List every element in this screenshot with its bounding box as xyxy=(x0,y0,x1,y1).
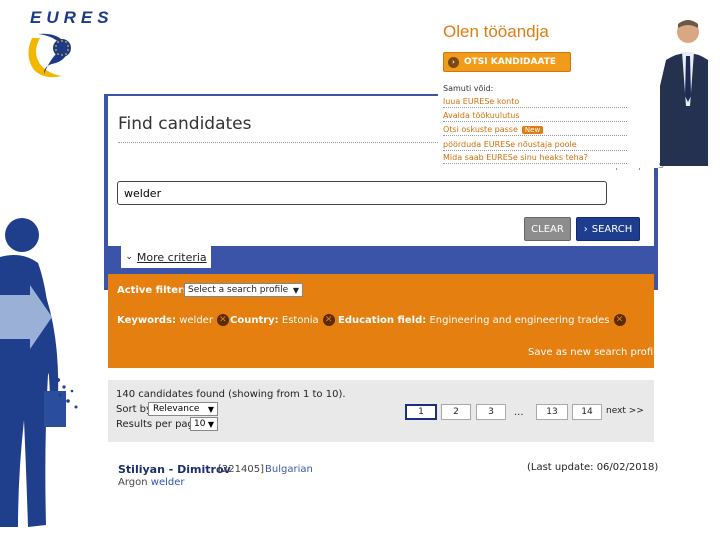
chevron-right-icon: › xyxy=(583,223,588,235)
search-button[interactable]: › SEARCH xyxy=(576,217,640,241)
filter-chip-value: Engineering and engineering trades xyxy=(429,314,610,326)
dropdown-arrow-icon: ▼ xyxy=(292,285,299,295)
search-skills-passports-label: Otsi oskuste passe xyxy=(443,125,518,134)
employer-title: Olen tööandja xyxy=(443,22,549,41)
filter-chip-key: Keywords: xyxy=(117,314,177,326)
search-skills-passports-employer-link[interactable]: Otsi oskuste passe New xyxy=(443,125,627,136)
filter-chip-keywords: Keywords: welder ✕ xyxy=(117,314,229,326)
filter-chip-value: welder xyxy=(179,314,213,326)
results-per-page-label: Results per page xyxy=(116,419,201,430)
results-count: 140 candidates found (showing from 1 to … xyxy=(116,389,346,400)
search-profile-select[interactable]: Select a search profile ▼ xyxy=(184,283,303,297)
chevron-down-icon: ⌄ xyxy=(125,252,133,262)
page-button-14[interactable]: 14 xyxy=(572,404,602,420)
sort-select-value: Relevance xyxy=(153,404,200,414)
search-profile-select-value: Select a search profile xyxy=(188,285,289,295)
publish-vacancy-link[interactable]: Avalda töökuulutus xyxy=(443,111,627,122)
results-per-page-value: 10 xyxy=(194,419,206,429)
filter-chip-country: Country: Estonia ✕ xyxy=(230,314,335,326)
candidate-id: [221405] xyxy=(218,464,264,475)
page-button-2[interactable]: 2 xyxy=(441,404,471,420)
businessman-photo xyxy=(660,20,708,166)
dropdown-arrow-icon: ▼ xyxy=(207,419,214,429)
save-search-profile-link[interactable]: Save as new search profile xyxy=(528,347,662,358)
eures-logo-text: EURES xyxy=(30,8,114,27)
remove-filter-icon[interactable]: ✕ xyxy=(322,314,335,326)
candidate-skill: Argon welder xyxy=(118,477,185,488)
sort-label: Sort by xyxy=(116,404,152,415)
page-title: Find candidates xyxy=(118,114,252,134)
skill-text: Argon xyxy=(118,477,148,488)
find-candidates-button-label: OTSI KANDIDAATE xyxy=(464,57,557,67)
page-button-13[interactable]: 13 xyxy=(536,404,568,420)
remove-filter-icon[interactable]: ✕ xyxy=(613,314,626,326)
find-candidates-button[interactable]: › OTSI KANDIDAATE xyxy=(443,52,571,72)
candidate-last-update: (Last update: 06/02/2018) xyxy=(527,462,659,473)
more-criteria-toggle[interactable]: ⌄ More criteria xyxy=(121,246,211,268)
skill-highlight: welder xyxy=(150,477,185,488)
eures-logo-icon xyxy=(28,33,71,78)
what-eures-can-do-link[interactable]: Mida saab EURESe sinu heaks teha? xyxy=(443,153,627,164)
pagination-ellipsis: ... xyxy=(514,407,524,418)
filter-chip-value: Estonia xyxy=(281,314,319,326)
filter-chip-education: Education field: Engineering and enginee… xyxy=(338,314,626,326)
sort-select[interactable]: Relevance ▼ xyxy=(148,402,218,416)
remove-filter-icon[interactable]: ✕ xyxy=(216,314,229,326)
results-per-page-select[interactable]: 10 ▼ xyxy=(190,417,218,431)
search-button-label: SEARCH xyxy=(591,223,633,235)
dropdown-arrow-icon: ▼ xyxy=(207,404,214,414)
more-criteria-label: More criteria xyxy=(136,250,207,264)
chevron-right-icon: › xyxy=(448,56,459,68)
clear-button[interactable]: CLEAR xyxy=(524,217,571,241)
filter-chip-key: Education field: xyxy=(338,314,427,326)
keyword-search-input[interactable] xyxy=(117,181,607,205)
new-badge: New xyxy=(521,126,544,134)
employer-also-label: Samuti võid: xyxy=(443,84,494,93)
contact-adviser-link[interactable]: pöörduda EURESe nõustaja poole xyxy=(443,140,627,151)
page-button-3[interactable]: 3 xyxy=(476,404,506,420)
worker-silhouette-image xyxy=(0,218,78,527)
next-page-link[interactable]: next >> xyxy=(606,406,644,416)
page-button-1[interactable]: 1 xyxy=(405,404,437,420)
candidate-nationality: Bulgarian xyxy=(265,464,313,475)
filter-chip-key: Country: xyxy=(230,314,279,326)
create-account-link[interactable]: luua EURESe konto xyxy=(443,97,627,108)
candidate-name-link[interactable]: Stiliyan - Dimitrov xyxy=(118,463,231,476)
